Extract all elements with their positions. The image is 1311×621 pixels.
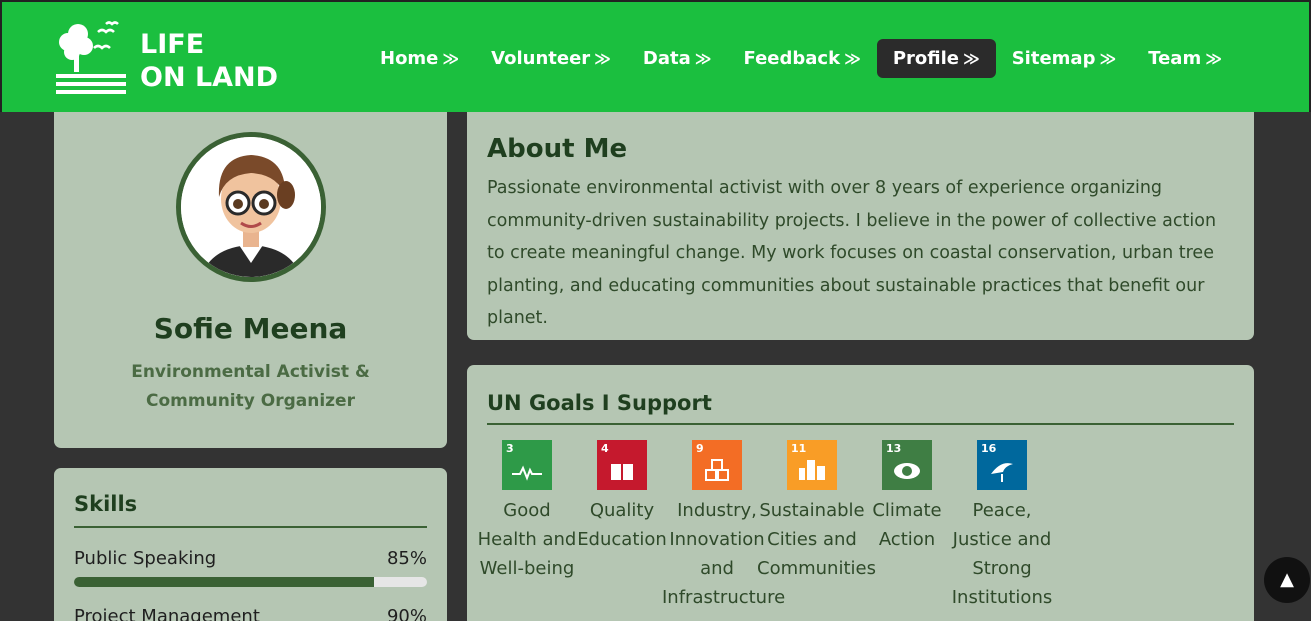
brand-name: LIFE ON LAND [140,28,278,94]
nav-profile-label: Profile [892,48,959,69]
goal-label: Good Health and Well-being [477,500,577,579]
goal-label: Climate Action [872,500,942,550]
skill-name: Public Speaking [74,548,217,569]
nav-sitemap[interactable]: Sitemap ≫ [996,39,1132,78]
about-text: Passionate environmental activist with o… [487,178,1217,328]
goal-label: Quality Education [577,500,667,550]
goal-item: 3 Good Health and Well-being [472,440,582,583]
nav-data[interactable]: Data ≫ [627,39,728,78]
sdg-16-icon: 16 [977,440,1027,490]
sdg-4-icon: 4 [597,440,647,490]
chevron-double-right-icon: ≫ [844,49,861,68]
profile-role: Environmental Activist & Community Organ… [131,362,370,411]
skill-percent: 85% [386,548,427,569]
nav-team[interactable]: Team ≫ [1132,39,1238,78]
main-nav: Home ≫ Volunteer ≫ Data ≫ Feedback ≫ Profile… [364,39,1238,79]
nav-home[interactable]: Home ≫ [364,39,475,78]
skill-percent: 90% [386,606,427,621]
chevron-double-right-icon: ≫ [1099,49,1117,68]
goal-label: Industry, Innovation and Infrastructure [662,500,786,608]
goal-item: 11 Sustainable Cities and Communities [757,440,876,583]
nav-feedback-label: Feedback [743,48,841,69]
sdg-13-icon: 13 [882,440,932,490]
skill-name: Project Management [74,606,260,621]
avatar [176,132,326,282]
nav-volunteer-label: Volunteer [491,48,591,69]
un-goals-divider [487,423,1234,425]
nav-profile[interactable]: Profile ≫ [876,39,996,78]
sdg-11-icon: 11 [787,440,837,490]
nav-home-label: Home [380,48,439,69]
chevron-double-right-icon: ≫ [694,49,712,68]
goal-item: 13 Climate Action [852,440,962,554]
nav-team-label: Team [1148,48,1202,69]
goal-label: Sustainable Cities and Communities [757,500,876,579]
arrow-up-icon: ▲ [1280,569,1294,590]
brand-line-2: ON LAND [140,62,279,93]
brand-line-1: LIFE [140,29,205,60]
un-goals-card: UN Goals I Support 3 Good Health and Wel… [467,365,1254,621]
skills-title: Skills [74,492,138,516]
chevron-double-right-icon: ≫ [442,49,460,68]
about-card: About Me Passionate environmental activi… [467,112,1254,340]
profile-name: Sofie Meena [153,312,348,345]
skills-divider [74,526,427,528]
nav-sitemap-label: Sitemap [1011,48,1096,69]
avatar-illustration [181,137,321,277]
goal-label: Peace, Justice and Strong Institutions [951,500,1053,608]
un-goals-title: UN Goals I Support [487,391,712,415]
site-logo[interactable]: LIFE ON LAND [54,20,294,100]
nav-data-label: Data [642,48,691,69]
chevron-double-right-icon: ≫ [1205,49,1222,68]
skill-item: Public Speaking 85% [74,548,427,587]
tree-logo-icon [56,21,126,94]
chevron-double-right-icon: ≫ [594,49,611,68]
goal-item: 16 Peace, Justice and Strong Institution… [947,440,1057,612]
goal-item: 9 Industry, Innovation and Infrastructur… [662,440,786,612]
skill-item: Project Management 90% [74,606,427,621]
goal-item: 4 Quality Education [567,440,677,554]
sdg-9-icon: 9 [692,440,742,490]
nav-feedback[interactable]: Feedback ≫ [728,39,877,78]
nav-volunteer[interactable]: Volunteer ≫ [475,39,627,78]
site-header: LIFE ON LAND Home ≫ Volunteer ≫ Data ≫ Feed… [0,0,1311,112]
chevron-double-right-icon: ≫ [962,49,980,68]
sdg-3-icon: 3 [502,440,552,490]
back-to-top-button[interactable]: ▲ [1264,557,1310,603]
profile-card: Sofie Meena Environmental Activist & Com… [54,112,447,448]
skill-progress-bar [74,577,427,587]
skills-card: Skills Public Speaking 85% Project Manag… [54,468,447,621]
skill-progress-fill [74,577,375,587]
about-title: About Me [487,134,628,164]
